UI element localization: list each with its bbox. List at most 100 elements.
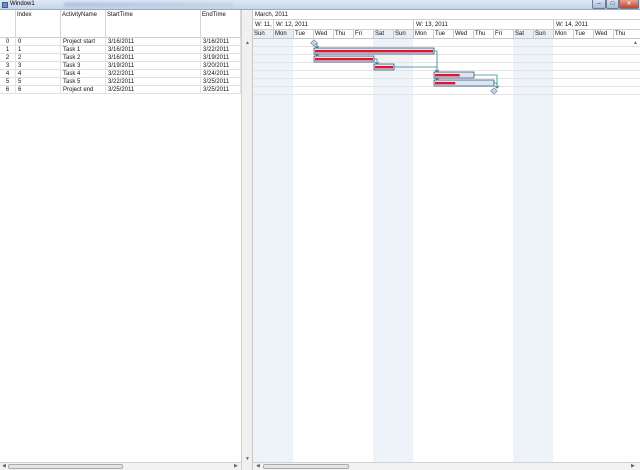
cell-index[interactable]: 1	[16, 46, 61, 54]
cell-activityname[interactable]: Task 2	[61, 54, 106, 62]
titlebar-blur	[64, 2, 234, 7]
timeline-month: March, 2011	[253, 10, 640, 20]
link-line	[394, 66, 438, 72]
column-header-activityname[interactable]: ActivityName	[61, 10, 106, 38]
cell-activityname[interactable]: Task 1	[61, 46, 106, 54]
close-button[interactable]: ✕	[619, 0, 639, 9]
cell-starttime[interactable]: 3/22/2011	[106, 78, 201, 86]
table-row[interactable]: 4 4 Task 4 3/22/2011 3/24/2011	[0, 70, 241, 78]
app-icon	[2, 2, 8, 8]
cell-starttime[interactable]: 3/16/2011	[106, 38, 201, 46]
cell-starttime[interactable]: 3/25/2011	[106, 86, 201, 94]
scroll-up-arrow-icon[interactable]: ▲	[245, 40, 250, 46]
pane-splitter[interactable]: ▲ ▼	[241, 10, 253, 470]
gantt-chart: March, 2011 W: 11, W: 12, 2011 W: 13, 20…	[253, 10, 640, 462]
day-label: Wed	[313, 30, 333, 39]
cell-activityname[interactable]: Task 4	[61, 70, 106, 78]
link-line	[434, 50, 438, 72]
day-label: Sat	[513, 30, 533, 39]
week-label: W: 12, 2011	[273, 20, 413, 30]
week-label: W: 13, 2011	[413, 20, 553, 30]
milestone[interactable]	[310, 39, 318, 47]
gantt-svg	[310, 39, 500, 95]
cell-endtime[interactable]: 3/20/2011	[201, 62, 241, 70]
table-row[interactable]: 2 2 Task 2 3/16/2011 3/19/2011	[0, 54, 241, 62]
cell-endtime[interactable]: 3/25/2011	[201, 86, 241, 94]
cell-index[interactable]: 0	[16, 38, 61, 46]
row-number[interactable]: 4	[0, 70, 16, 78]
cell-activityname[interactable]: Project start	[61, 38, 106, 46]
cell-endtime[interactable]: 3/25/2011	[201, 78, 241, 86]
table-row[interactable]: 1 1 Task 1 3/16/2011 3/22/2011	[0, 46, 241, 54]
window-title: Window1	[10, 1, 35, 7]
cell-starttime[interactable]: 3/22/2011	[106, 70, 201, 78]
day-label: Thu	[333, 30, 353, 39]
day-label: Fri	[493, 30, 513, 39]
day-label: Sun	[254, 31, 265, 37]
day-label: Mon	[273, 30, 293, 39]
task-progress[interactable]	[375, 66, 393, 69]
day-label: Fri	[353, 30, 373, 39]
cell-index[interactable]: 2	[16, 54, 61, 62]
timeline-weeks: W: 11, W: 12, 2011 W: 13, 2011 W: 14, 20…	[253, 20, 640, 30]
cell-starttime[interactable]: 3/19/2011	[106, 62, 201, 70]
row-number[interactable]: 6	[0, 86, 16, 94]
gantt-scroll-thumb[interactable]	[263, 464, 349, 469]
day-label: Wed	[453, 30, 473, 39]
milestone[interactable]	[490, 87, 498, 95]
gantt-area	[253, 39, 640, 462]
cell-index[interactable]: 6	[16, 86, 61, 94]
table-row[interactable]: 3 3 Task 3 3/19/2011 3/20/2011	[0, 62, 241, 70]
column-header-index[interactable]: Index	[16, 10, 61, 38]
minimize-button[interactable]: –	[592, 0, 606, 9]
scroll-down-arrow-icon[interactable]: ▼	[245, 456, 250, 462]
scroll-left-arrow-icon[interactable]: ◀	[2, 463, 6, 470]
row-number[interactable]: 1	[0, 46, 16, 54]
cell-index[interactable]: 3	[16, 62, 61, 70]
scroll-right-arrow-icon[interactable]: ▶	[234, 463, 238, 470]
window-titlebar[interactable]: Window1 – □ ✕	[0, 0, 640, 10]
row-number-header	[0, 10, 16, 38]
cell-endtime[interactable]: 3/22/2011	[201, 46, 241, 54]
cell-endtime[interactable]: 3/16/2011	[201, 38, 241, 46]
row-number[interactable]: 5	[0, 78, 16, 86]
cell-endtime[interactable]: 3/19/2011	[201, 54, 241, 62]
table-row[interactable]: 6 6 Project end 3/25/2011 3/25/2011	[0, 86, 241, 94]
task-progress[interactable]	[315, 58, 373, 61]
day-label: Thu	[613, 30, 633, 39]
task-grid: Index ActivityName StartTime EndTime 00P…	[0, 10, 241, 462]
table-row[interactable]: 5 5 Task 5 3/22/2011 3/25/2011	[0, 78, 241, 86]
day-label: Mon	[553, 30, 573, 39]
cell-activityname[interactable]: Project end	[61, 86, 106, 94]
grid-horizontal-scrollbar[interactable]: ◀ ▶	[0, 462, 241, 470]
day-label: Sun	[533, 30, 553, 39]
row-number[interactable]: 3	[0, 62, 16, 70]
grid-scroll-thumb[interactable]	[8, 464, 123, 469]
column-header-starttime[interactable]: StartTime	[106, 10, 201, 38]
cell-activityname[interactable]: Task 3	[61, 62, 106, 70]
grid-header: Index ActivityName StartTime EndTime	[0, 10, 241, 38]
cell-index[interactable]: 5	[16, 78, 61, 86]
maximize-button[interactable]: □	[606, 0, 619, 9]
task-progress[interactable]	[435, 82, 456, 85]
day-label: Tue	[293, 30, 313, 39]
day-label: Mon	[413, 30, 433, 39]
task-progress[interactable]	[435, 74, 460, 77]
cell-starttime[interactable]: 3/16/2011	[106, 46, 201, 54]
column-header-endtime[interactable]: EndTime	[201, 10, 241, 38]
cell-index[interactable]: 4	[16, 70, 61, 78]
gantt-horizontal-scrollbar[interactable]: ◀ ▶	[253, 462, 640, 470]
row-number[interactable]: 2	[0, 54, 16, 62]
day-label: Wed	[593, 30, 613, 39]
gantt-scroll-left-arrow-icon[interactable]: ◀	[256, 463, 260, 470]
cell-starttime[interactable]: 3/16/2011	[106, 54, 201, 62]
task-progress[interactable]	[315, 50, 433, 53]
day-label: Sat	[373, 30, 393, 39]
cell-activityname[interactable]: Task 5	[61, 78, 106, 86]
gantt-scroll-up-arrow-icon[interactable]: ▲	[633, 40, 638, 46]
cell-endtime[interactable]: 3/24/2011	[201, 70, 241, 78]
day-label: Tue	[573, 30, 593, 39]
gantt-scroll-right-arrow-icon[interactable]: ▶	[631, 463, 635, 470]
row-number[interactable]: 0	[0, 38, 16, 46]
table-row[interactable]: 0 0 Project start 3/16/2011 3/16/2011	[0, 38, 241, 46]
